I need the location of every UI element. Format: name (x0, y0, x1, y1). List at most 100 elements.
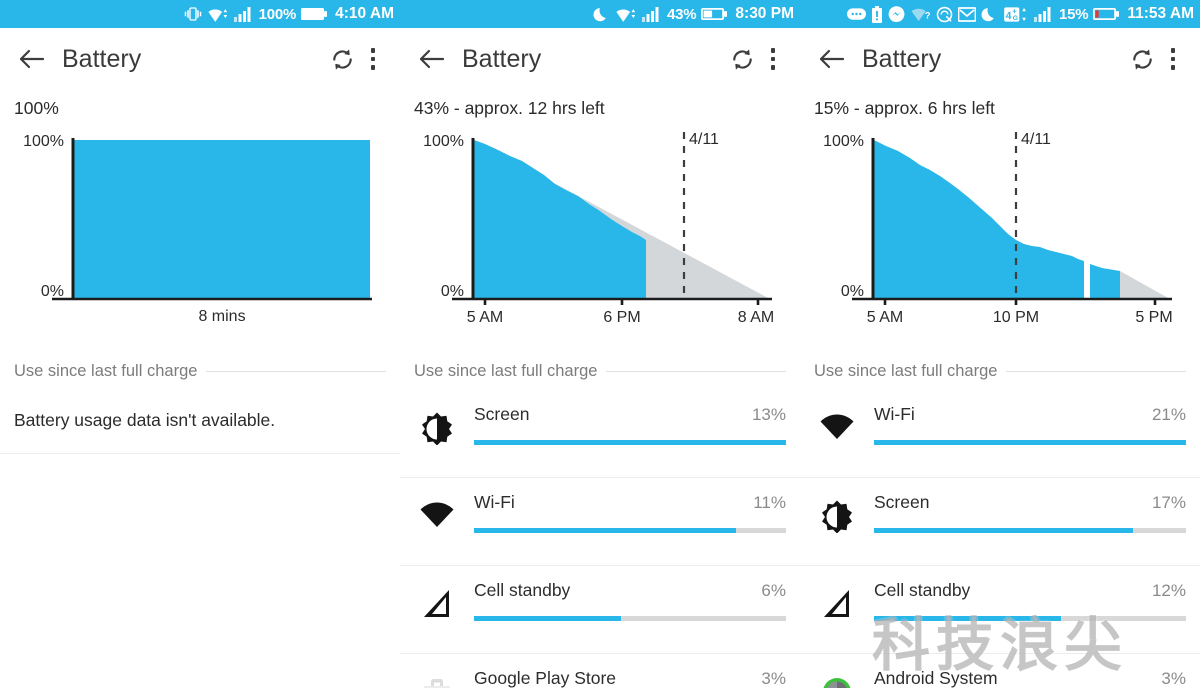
back-arrow-icon[interactable] (14, 42, 48, 76)
usage-item-name: Cell standby (474, 580, 571, 600)
list-item[interactable]: Screen 13% (400, 390, 800, 478)
overflow-menu-icon[interactable] (760, 41, 786, 77)
usage-item-percent: 12% (1151, 581, 1186, 600)
chart-area-fill (874, 140, 1084, 299)
list-item[interactable]: Cell standby 12% (800, 566, 1200, 654)
play-store-icon (414, 670, 460, 688)
wifi-icon (207, 6, 229, 23)
section-header-1: Use since last full charge (14, 354, 386, 388)
list-item[interactable]: Wi-Fi 21% (800, 390, 1200, 478)
chart-y-bottom-label: 0% (841, 283, 864, 300)
action-bar-2: Battery (400, 28, 800, 90)
refresh-icon[interactable] (724, 41, 760, 77)
battery-history-chart-3: 100% 0% 4/11 5 AM 10 PM 5 PM (800, 118, 1200, 348)
usage-item-percent: 11% (753, 493, 786, 512)
usage-item-name: Screen (874, 492, 930, 512)
usage-item-name: Android System (874, 668, 998, 688)
usage-progress-fill (874, 440, 1186, 445)
chart-x-label-0: 5 AM (867, 309, 903, 326)
usage-progress-fill (474, 440, 786, 445)
battery-screens-comparison: 100% 4:10 AM Battery 100% 100% 0% 8 mins… (0, 0, 1200, 688)
status-bar-2: 43% 8:30 PM (400, 0, 800, 28)
list-item-body: Wi-Fi 11% (474, 492, 786, 533)
usage-progress-bar (474, 440, 786, 445)
brightness-icon (414, 406, 460, 450)
battery-percent-label: 100% (258, 5, 297, 23)
refresh-icon[interactable] (324, 41, 360, 77)
usage-progress-bar (474, 528, 786, 533)
chart-x-label-1: 10 PM (993, 309, 1039, 326)
cell-signal-icon (414, 582, 460, 626)
battery-half-icon (701, 6, 728, 22)
list-item[interactable]: Android System 3% (800, 654, 1200, 688)
status-bar-3: ? 4 G + 15% 11:53 AM (800, 0, 1200, 28)
battery-summary-2: 43% - approx. 12 hrs left (414, 98, 605, 118)
usage-item-percent: 21% (1151, 405, 1186, 424)
list-item[interactable]: Screen 17% (800, 478, 1200, 566)
clock-label: 11:53 AM (1127, 5, 1194, 22)
sms-icon (846, 7, 866, 22)
list-item[interactable]: Wi-Fi 11% (400, 478, 800, 566)
chart-y-bottom-label: 0% (41, 283, 64, 300)
usage-item-name: Screen (474, 404, 530, 424)
moon-icon (593, 6, 610, 23)
overflow-menu-icon[interactable] (1160, 41, 1186, 77)
gmail-icon (957, 6, 976, 22)
battery-history-chart-2: 100% 0% 4/11 5 AM 6 PM 8 AM (400, 118, 800, 348)
overflow-menu-icon[interactable] (360, 41, 386, 77)
wifi-icon (615, 6, 637, 23)
clock-label: 4:10 AM (335, 5, 394, 22)
usage-progress-fill (874, 616, 1062, 621)
battery-panel-1: 100% 4:10 AM Battery 100% 100% 0% 8 mins… (0, 0, 400, 688)
battery-history-chart-1: 100% 0% 8 mins (0, 118, 400, 348)
chart-y-top-label: 100% (823, 133, 864, 150)
section-header-3: Use since last full charge (814, 354, 1186, 388)
section-title: Use since last full charge (14, 361, 207, 381)
battery-full-icon (301, 6, 328, 22)
section-header-2: Use since last full charge (414, 354, 786, 388)
usage-progress-bar (474, 616, 786, 621)
empty-state-message: Battery usage data isn't available. (0, 388, 400, 454)
chart-date-marker-label: 4/11 (689, 131, 719, 148)
usage-item-percent: 13% (751, 405, 786, 424)
messenger-icon (888, 5, 905, 23)
chart-y-top-label: 100% (23, 133, 64, 150)
signal-icon (1033, 6, 1054, 22)
usage-item-name: Wi-Fi (874, 404, 915, 424)
battery-alert-icon (871, 5, 883, 23)
usage-progress-fill (874, 528, 1133, 533)
usage-item-name: Wi-Fi (474, 492, 515, 512)
battery-percent-label: 43% (666, 5, 697, 23)
android-system-icon (814, 670, 860, 688)
back-arrow-icon[interactable] (414, 42, 448, 76)
back-arrow-icon[interactable] (814, 42, 848, 76)
page-title: Battery (862, 44, 942, 73)
section-title: Use since last full charge (414, 361, 607, 381)
list-item[interactable]: Google Play Store 3% (400, 654, 800, 688)
battery-summary-1: 100% (14, 98, 59, 118)
action-bar-1: Battery (0, 28, 400, 90)
wifi-question-icon: ? (910, 6, 931, 23)
list-item-body: Cell standby 12% (874, 580, 1186, 621)
list-item-body: Google Play Store 3% (474, 668, 786, 688)
svg-text:?: ? (925, 10, 931, 21)
list-item-body: Screen 17% (874, 492, 1186, 533)
usage-item-name: Google Play Store (474, 668, 617, 688)
brightness-icon (814, 494, 860, 538)
usage-item-percent: 6% (761, 581, 786, 600)
chart-x-label-0: 5 AM (467, 309, 503, 326)
list-item[interactable]: Cell standby 6% (400, 566, 800, 654)
chart-x-label-2: 5 PM (1135, 309, 1172, 326)
refresh-icon[interactable] (1124, 41, 1160, 77)
moon-icon (981, 6, 998, 23)
list-item-body: Android System 3% (874, 668, 1186, 688)
page-title: Battery (462, 44, 542, 73)
chart-x-label-2: 8 AM (738, 309, 774, 326)
list-item-body: Cell standby 6% (474, 580, 786, 621)
vibrate-icon (184, 6, 202, 22)
battery-low-icon (1093, 6, 1120, 22)
usage-list-3: Wi-Fi 21% Screen 17% Cell standby 12% An… (800, 390, 1200, 688)
svg-text:4: 4 (1006, 10, 1012, 21)
svg-text:+: + (1012, 6, 1017, 15)
